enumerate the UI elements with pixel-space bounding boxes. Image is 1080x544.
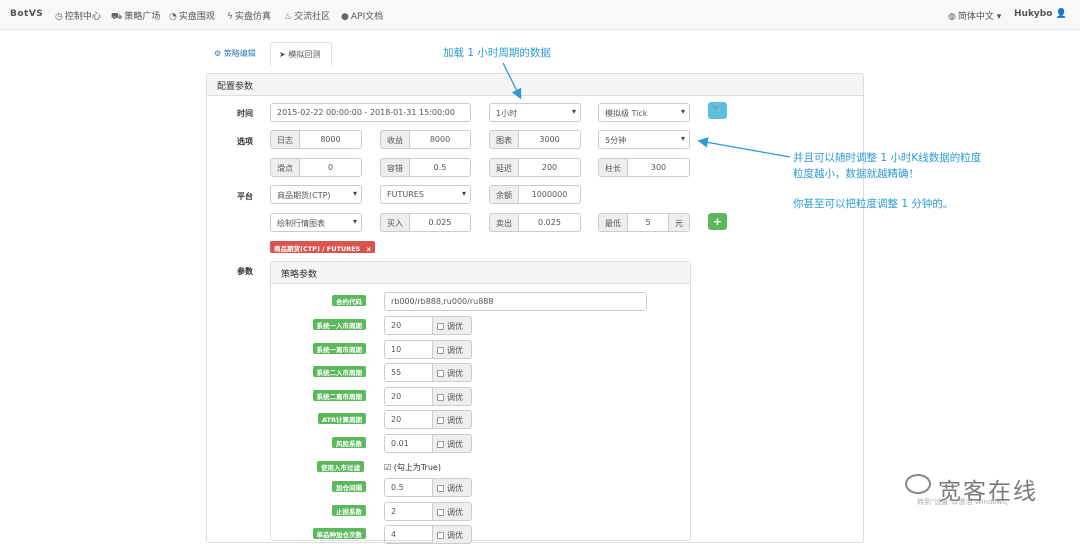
annotation-granularity-2: 粒度越小，数据就越精确！ xyxy=(793,168,919,180)
annotation-granularity-1: 并且可以随时调整 1 小时K线数据的粒度 xyxy=(793,152,982,164)
annotation-arrow-top xyxy=(502,62,522,100)
annotation-granularity-3: 你甚至可以把粒度调整 1 分钟的。 xyxy=(793,198,954,210)
activation-notice: 转到"设置"以激活 Windows。 xyxy=(917,498,1013,506)
annotation-period: 加载 1 小时周期的数据 xyxy=(443,47,551,59)
annotation-arrow-right xyxy=(697,137,791,158)
annotation-arrows xyxy=(502,62,791,158)
wechat-logo xyxy=(905,474,931,494)
